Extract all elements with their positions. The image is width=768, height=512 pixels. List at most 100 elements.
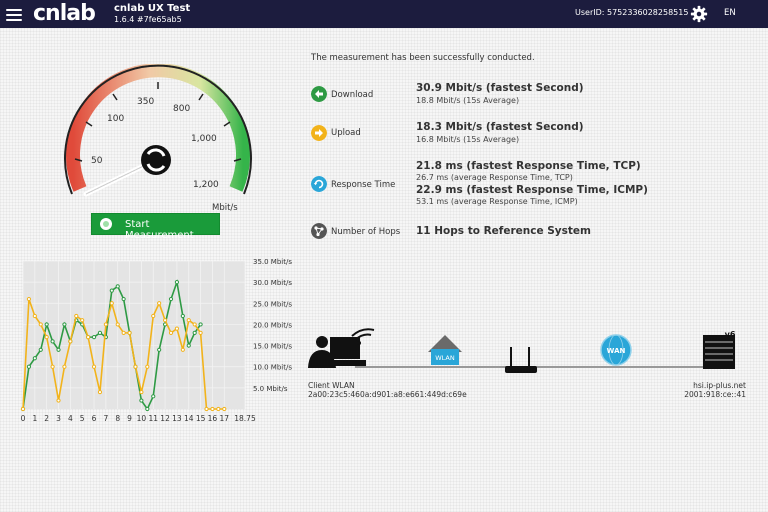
data-point (44, 335, 49, 340)
data-point (26, 364, 32, 369)
y-tick-label: 5.0 Mbit/s (253, 385, 288, 393)
data-point (26, 296, 32, 302)
client-address: 2a00:23c5:460a:d901:a8:e661:449d:c69e (308, 390, 467, 399)
wan-globe-icon: WAN (600, 334, 632, 366)
x-tick-label: 15 (196, 414, 206, 423)
x-tick-label: 14 (184, 414, 194, 423)
data-point (38, 347, 43, 352)
data-point (56, 398, 61, 403)
user-id: UserID: 5752336028258515 (575, 8, 689, 17)
data-point (180, 347, 185, 352)
server-host: hsi.ip-plus.net (693, 381, 746, 390)
x-tick-label: 2 (44, 414, 49, 423)
start-measurement-button[interactable]: Start Measurement (91, 213, 220, 241)
data-point (198, 330, 203, 335)
data-point (50, 339, 55, 344)
result-message: The measurement has been successfully co… (311, 53, 535, 63)
x-tick-label: 8 (115, 414, 120, 423)
data-point (32, 356, 37, 361)
data-point (56, 347, 61, 352)
ipv6-badge: v6 (725, 330, 736, 339)
data-point (139, 389, 144, 395)
upload-label: Upload (331, 128, 361, 138)
x-tick-label: 7 (103, 414, 108, 423)
network-hops-icon (311, 223, 327, 239)
gauge-unit: Mbit/s (212, 203, 238, 213)
data-point (151, 313, 156, 319)
client-label: Client WLAN (308, 381, 355, 390)
loading-icon (141, 145, 171, 175)
response-time-label: Response Time (331, 180, 396, 190)
data-point (210, 406, 215, 412)
download-average: 18.8 Mbit/s (15s Average) (416, 96, 520, 105)
data-point (186, 343, 191, 348)
data-point (91, 364, 97, 369)
y-tick-label: 25.0 Mbit/s (253, 300, 292, 308)
data-point (32, 313, 37, 319)
y-tick-label: 20.0 Mbit/s (253, 321, 292, 329)
x-tick-label: 18.75 (234, 414, 256, 423)
data-point (121, 330, 126, 335)
data-point (157, 301, 162, 306)
x-tick-label: 3 (56, 414, 61, 423)
gauge-tick-label: 1,200 (193, 180, 219, 190)
x-tick-label: 13 (172, 414, 182, 423)
gauge-tick-label: 100 (107, 114, 124, 124)
top-bar: cnlab cnlab UX Test 1.6.4 #7fe65ab5 User… (0, 0, 768, 28)
hops-label: Number of Hops (331, 227, 401, 237)
data-point (109, 301, 114, 306)
data-point (204, 406, 209, 412)
data-point (192, 330, 197, 335)
response-tcp-fastest: 21.8 ms (fastest Response Time, TCP) (416, 160, 641, 172)
data-point (44, 322, 49, 327)
x-tick-label: 11 (148, 414, 158, 423)
y-tick-label: 35.0 Mbit/s (253, 258, 292, 266)
download-fastest: 30.9 Mbit/s (fastest Second) (416, 82, 584, 94)
gauge-tick-label: 800 (173, 104, 190, 114)
gear-icon[interactable] (690, 5, 708, 23)
data-point (86, 335, 91, 340)
data-point (109, 288, 114, 293)
response-tcp-average: 26.7 ms (average Response Time, TCP) (416, 173, 573, 182)
data-point (62, 322, 67, 327)
wlan-badge: WLAN (435, 354, 455, 362)
data-point (145, 364, 150, 369)
data-point (180, 313, 185, 319)
data-point (162, 318, 168, 323)
data-point (168, 296, 174, 302)
data-point (115, 284, 120, 289)
data-point (103, 322, 108, 327)
y-tick-label: 10.0 Mbit/s (253, 364, 292, 372)
x-tick-label: 12 (160, 414, 170, 423)
x-tick-label: 6 (92, 414, 97, 423)
router-icon (505, 347, 537, 373)
server-address: 2001:918:ce::41 (684, 390, 746, 399)
data-point (198, 322, 203, 327)
data-point (174, 326, 180, 331)
data-point (168, 330, 174, 335)
x-tick-label: 0 (21, 414, 26, 423)
response-icmp-average: 53.1 ms (average Response Time, ICMP) (416, 197, 578, 206)
wlan-home-icon: WLAN (428, 335, 462, 365)
throughput-line-chart: 0 1 2 3 4 5 6 7 8 9 10 11 12 13 14 15 16 17 18.7535.0 Mbit… (21, 258, 293, 423)
data-point (192, 322, 197, 327)
language-selector[interactable]: EN (724, 8, 736, 18)
data-point (97, 389, 103, 395)
upload-average: 16.8 Mbit/s (15s Average) (416, 135, 520, 144)
y-tick-label: 30.0 Mbit/s (253, 279, 292, 287)
upload-arrow-icon (311, 125, 327, 141)
gauge-tick-label: 50 (91, 156, 103, 166)
gauge-tick-label: 350 (137, 97, 154, 107)
data-point (38, 322, 43, 327)
data-point (127, 330, 132, 335)
data-point (50, 364, 55, 369)
x-tick-label: 4 (68, 414, 73, 423)
data-point (145, 406, 150, 412)
gauge-tick-label: 1,000 (191, 134, 217, 144)
data-point (186, 318, 191, 323)
app-version: 1.6.4 #7fe65ab5 (114, 15, 182, 24)
logo: cnlab (33, 1, 96, 26)
hamburger-menu-icon[interactable] (6, 6, 22, 22)
record-icon (100, 218, 112, 230)
data-point (74, 313, 79, 319)
